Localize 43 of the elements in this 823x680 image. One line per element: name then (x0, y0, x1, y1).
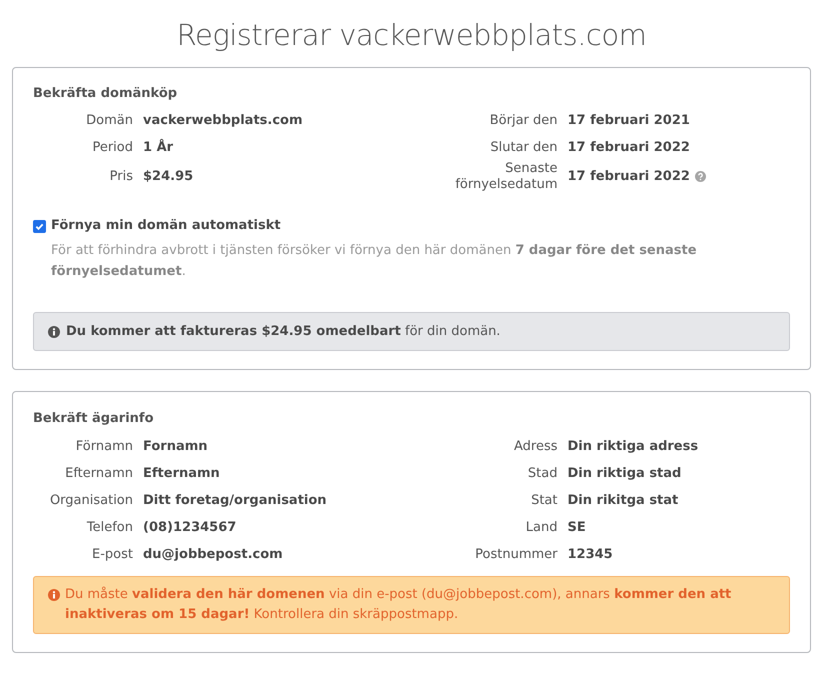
page-title: Registrerar vackerwebbplats.com (176, 18, 648, 53)
field-value: Din rikitga stat (568, 492, 678, 510)
field-value: Fornamn (143, 438, 208, 456)
field-value: 1 År (143, 138, 174, 158)
alert-text: Du kommer att faktureras $24.95 omedelbart för din domän. (66, 322, 500, 341)
section-heading: Bekräfta domänköp (33, 84, 178, 103)
field-label: Stat (530, 492, 558, 508)
field-label: Senaste förnyelsedatum (454, 161, 558, 192)
field-value: Efternamn (143, 464, 220, 483)
field-label: Organisation (48, 492, 134, 508)
field-label: Efternamn (64, 466, 134, 482)
field-value: $24.95 (143, 168, 194, 186)
info-icon (48, 326, 60, 338)
checkbox[interactable] (33, 220, 46, 233)
field-value: 17 februari 2022 (568, 168, 690, 186)
field-value: SE (568, 518, 586, 537)
field-label: E-post (91, 546, 134, 562)
field-label: Postnummer (474, 546, 558, 562)
checkbox-label[interactable]: Förnya min domän automatiskt (51, 216, 281, 236)
field-value: Din riktiga stad (568, 464, 682, 483)
field-label: Börjar den (488, 113, 558, 129)
field-label: Förnamn (74, 438, 134, 454)
field-label: Telefon (86, 520, 134, 536)
field-value: 12345 (568, 546, 613, 564)
help-icon[interactable] (694, 171, 706, 182)
field-label: Land (524, 520, 558, 536)
field-value: Din riktiga adress (568, 438, 698, 456)
field-value: Ditt foretag/organisation (143, 492, 327, 510)
field-label: Slutar den (489, 140, 558, 156)
field-value: vackerwebbplats.com (143, 112, 303, 130)
alert-text: Du måste validera den här domenen via din e-post (du@jobbepost.com), annars kommer den att inaktiveras om 15 dagar! Kontrollera din skräppostmapp. (65, 586, 732, 624)
field-label: Pris (108, 169, 134, 185)
section-heading: Bekräft ägarinfo (33, 410, 155, 428)
help-text: För att förhindra avbrott i tjänsten försöker vi förnya den här domänen 7 dagar före det senaste förnyelsedatumet. (50, 242, 698, 281)
field-value: du@jobbepost.com (143, 546, 283, 564)
field-label: Adress (512, 438, 558, 454)
info-icon (48, 588, 60, 601)
field-value: (08)1234567 (143, 518, 236, 537)
field-label: Period (91, 140, 134, 156)
field-value: 17 februari 2022 (568, 139, 690, 158)
field-label: Stad (526, 466, 558, 482)
field-label: Domän (85, 113, 134, 129)
field-value: 17 februari 2021 (568, 112, 690, 130)
